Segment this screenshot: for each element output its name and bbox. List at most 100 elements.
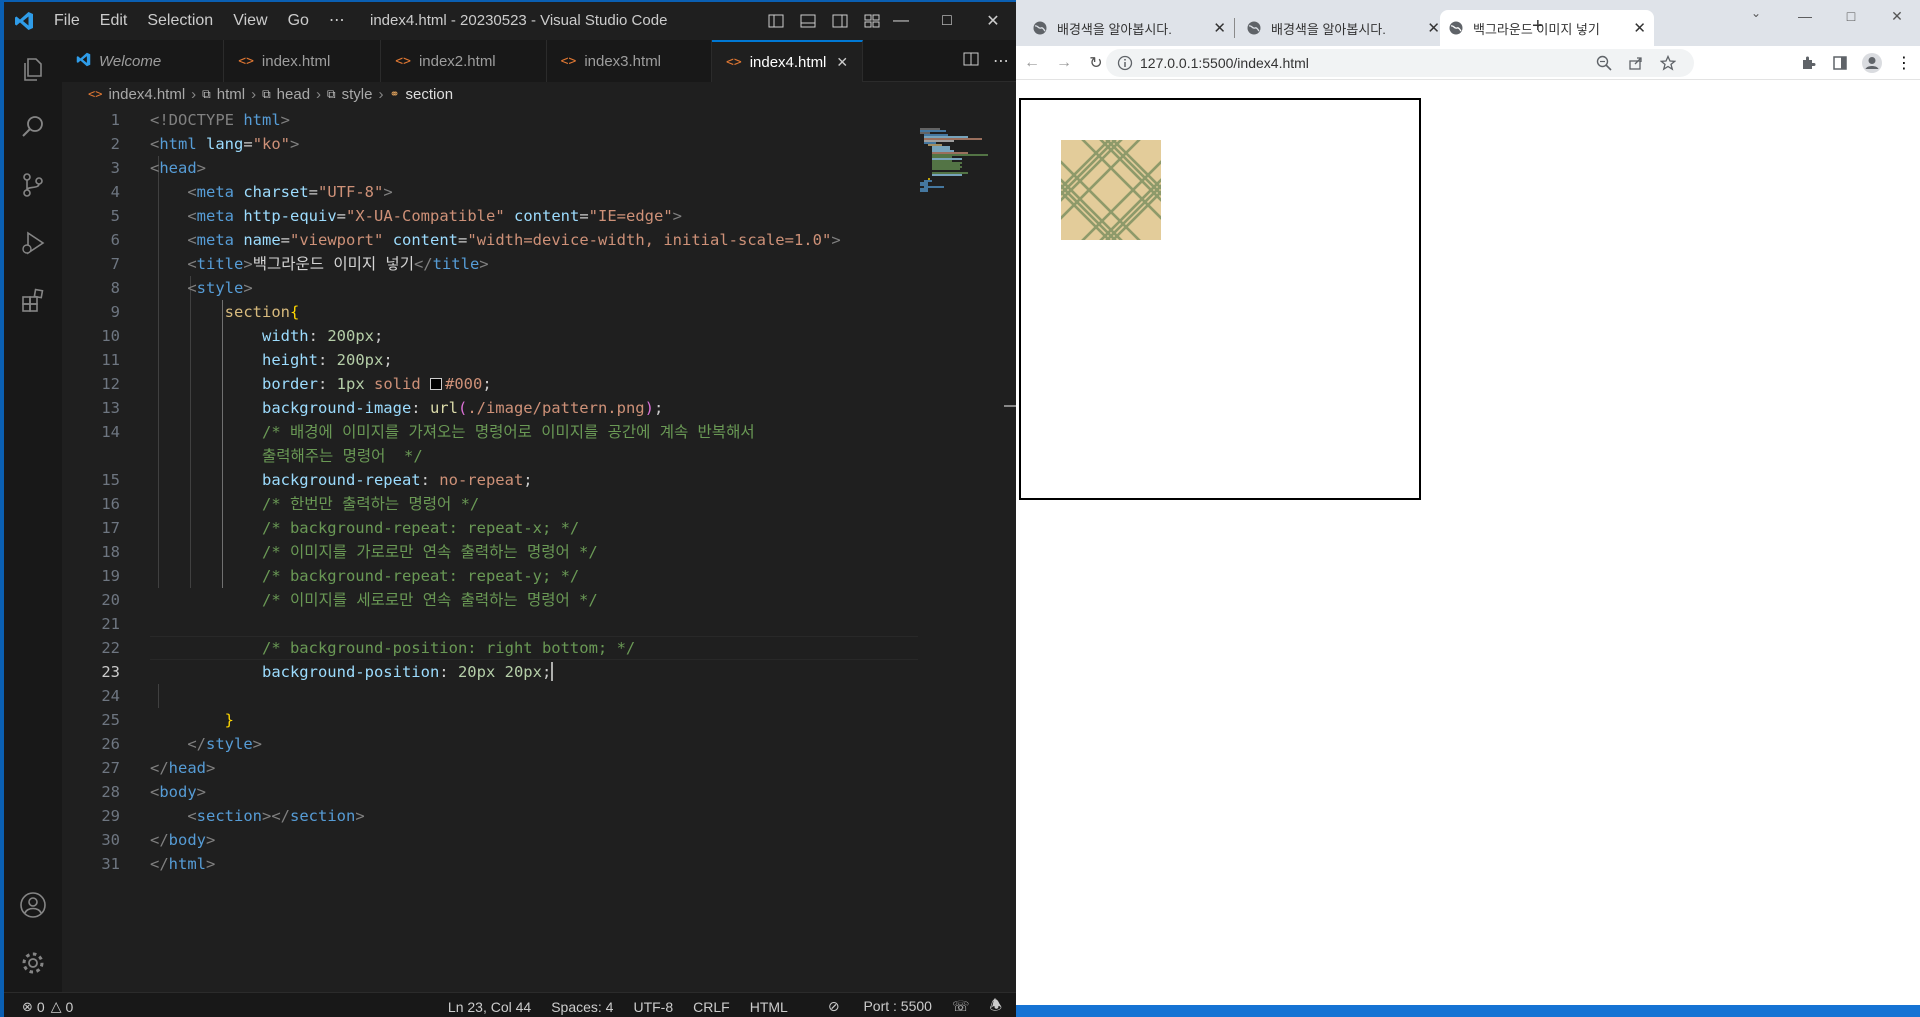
html-file-icon: <> — [395, 53, 411, 69]
close-tab-icon[interactable]: ✕ — [836, 54, 848, 71]
menu-selection[interactable]: Selection — [137, 2, 223, 40]
vscode-logo-icon — [76, 52, 91, 71]
feedback-icon[interactable]: ☏ — [952, 998, 970, 1015]
code-token: width — [261, 327, 309, 345]
line-number: 30 — [101, 831, 120, 849]
minimap[interactable] — [920, 108, 1016, 918]
browser-tabstrip: 배경색을 알아봅시다. ✕ 배경색을 알아봅시다. ✕ 백그라운드 이미지 넣기… — [1016, 0, 1920, 46]
close-tab-icon[interactable]: ✕ — [1633, 19, 1646, 37]
status-bar: ⊗ 0 △ 0 Ln 23, Col 44 Spaces: 4 UTF-8 CR… — [4, 992, 1016, 1017]
notifications-bell-icon[interactable]: 🕭 — [989, 995, 1002, 1017]
toggle-secondary-sidebar-icon[interactable] — [824, 2, 856, 40]
line-number: 26 — [101, 735, 120, 753]
live-server-port[interactable]: ⊘ Port : 5500 — [808, 998, 932, 1015]
site-info-icon[interactable] — [1112, 55, 1138, 71]
code-line: /* 한번만 출력하는 명령어 */ — [150, 492, 479, 516]
code-token: content — [392, 231, 459, 249]
browser-tab-3-active[interactable]: 백그라운드 이미지 넣기 ✕ — [1440, 10, 1654, 46]
profile-avatar-icon[interactable] — [1856, 52, 1888, 74]
code-line: <meta charset="UTF-8"> — [187, 183, 393, 201]
line-number: 1 — [110, 111, 120, 129]
tab-welcome[interactable]: Welcome — [62, 40, 225, 82]
bookmark-star-icon[interactable] — [1652, 55, 1684, 71]
code-token: head — [168, 759, 206, 777]
line-number: 10 — [101, 327, 120, 345]
menu-view[interactable]: View — [223, 2, 277, 40]
line-number: 9 — [110, 303, 120, 321]
breadcrumb-item-file[interactable]: index4.html — [108, 86, 185, 103]
explorer-icon[interactable] — [4, 40, 62, 98]
new-tab-button[interactable]: + — [1532, 15, 1544, 38]
split-editor-icon[interactable] — [956, 51, 986, 72]
extensions-icon[interactable] — [4, 272, 62, 330]
back-arrow-icon[interactable]: ← — [1016, 46, 1048, 80]
code-line: section{ — [224, 303, 300, 321]
breadcrumb-item-section[interactable]: section — [406, 86, 454, 103]
search-icon[interactable] — [4, 98, 62, 156]
tab-index3[interactable]: <> index3.html — [546, 40, 713, 82]
browser-tab-2[interactable]: 배경색을 알아봅시다. ✕ — [1238, 10, 1448, 46]
breadcrumb-item-html[interactable]: html — [217, 86, 245, 103]
code-token: height — [261, 351, 318, 369]
more-actions-icon[interactable]: ⋯ — [986, 51, 1016, 71]
editor-area: Welcome <> index.html <> index2.html <> … — [62, 40, 1016, 992]
editor-tabs: Welcome <> index.html <> index2.html <> … — [62, 40, 1016, 82]
code-token: head — [159, 159, 197, 177]
encoding[interactable]: UTF-8 — [633, 999, 673, 1015]
browser-tab-1[interactable]: 배경색을 알아봅시다. ✕ — [1024, 10, 1235, 46]
browser-menu-icon[interactable]: ⋮ — [1888, 53, 1920, 73]
selector-icon: ⚭ — [389, 87, 400, 101]
cursor-position[interactable]: Ln 23, Col 44 — [448, 999, 531, 1015]
minimap-line — [932, 168, 960, 170]
code-token: background-repeat — [261, 471, 421, 489]
run-debug-icon[interactable] — [4, 214, 62, 272]
language-mode[interactable]: HTML — [750, 999, 788, 1015]
menu-go[interactable]: Go — [278, 2, 319, 40]
indentation[interactable]: Spaces: 4 — [551, 999, 613, 1015]
close-icon[interactable]: ✕ — [1874, 0, 1920, 32]
breadcrumb-item-style[interactable]: style — [342, 86, 373, 103]
code-token: style — [206, 735, 253, 753]
menu-file[interactable]: File — [44, 2, 90, 40]
code-line: <title>백그라운드 이미지 넣기</title> — [187, 255, 489, 273]
menu-more[interactable]: ⋯ — [319, 2, 355, 40]
tab-index2[interactable]: <> index2.html — [381, 40, 547, 82]
close-tab-icon[interactable]: ✕ — [1427, 19, 1440, 37]
tab-index[interactable]: <> index.html — [224, 40, 382, 82]
minimize-icon[interactable]: — — [1782, 0, 1828, 32]
extensions-puzzle-icon[interactable] — [1792, 55, 1824, 71]
forward-arrow-icon[interactable]: → — [1048, 46, 1080, 80]
zoom-icon[interactable] — [1588, 55, 1620, 71]
source-control-icon[interactable] — [4, 156, 62, 214]
taskbar-edge — [1016, 1005, 1920, 1017]
line-number: 13 — [101, 399, 120, 417]
code-token: /* background-repeat: repeat-x; */ — [261, 519, 580, 537]
breadcrumb-item-head[interactable]: head — [277, 86, 310, 103]
desktop: File Edit Selection View Go ⋯ index4.htm… — [0, 0, 1920, 1017]
code-editor[interactable]: 1 2 3 4 5 6 7 8 9 10 11 12 13 14 15 16 17 18 19 20 21 22 23 24 2… — [62, 108, 918, 918]
tab-search-chevron-icon[interactable]: ⌄ — [1751, 6, 1761, 20]
color-swatch[interactable] — [430, 378, 443, 390]
code-line: <meta name="viewport" content="width=dev… — [187, 231, 841, 249]
text-cursor — [551, 662, 554, 681]
accounts-icon[interactable] — [4, 876, 62, 934]
settings-gear-icon[interactable] — [4, 934, 62, 992]
tab-index4[interactable]: <> index4.html ✕ — [712, 40, 864, 82]
toggle-panel-icon[interactable] — [792, 2, 824, 40]
maximize-icon[interactable]: □ — [1828, 0, 1874, 32]
close-icon[interactable]: ✕ — [970, 2, 1016, 40]
side-panel-icon[interactable] — [1824, 55, 1856, 71]
address-bar[interactable]: 127.0.0.1:5500/index4.html — [1106, 49, 1694, 77]
maximize-icon[interactable]: □ — [924, 2, 970, 40]
close-tab-icon[interactable]: ✕ — [1213, 19, 1226, 37]
share-icon[interactable] — [1620, 55, 1652, 71]
browser-toolbar-right: ⋮ — [1792, 46, 1920, 80]
problems-indicator[interactable]: ⊗ 0 △ 0 — [22, 993, 73, 1017]
menu-edit[interactable]: Edit — [90, 2, 138, 40]
end-of-line[interactable]: CRLF — [693, 999, 730, 1015]
vscode-logo-icon[interactable] — [4, 2, 44, 40]
toggle-primary-sidebar-icon[interactable] — [760, 2, 792, 40]
code-token: 20px — [504, 663, 542, 681]
minimize-icon[interactable]: — — [878, 2, 924, 40]
window-title: index4.html - 20230523 - Visual Studio C… — [370, 12, 668, 29]
